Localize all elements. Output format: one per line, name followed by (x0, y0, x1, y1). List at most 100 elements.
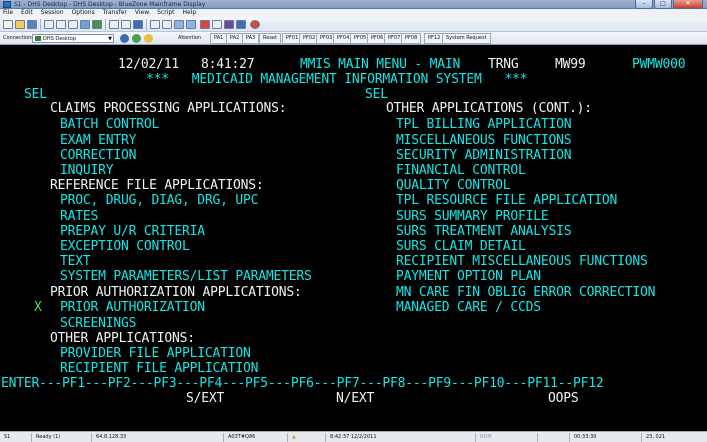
status-state: Ready (1) (34, 433, 92, 442)
terminal-id: MW99 (555, 57, 586, 72)
menu-option-provider-file[interactable]: PROVIDER FILE APPLICATION (60, 346, 251, 362)
save-icon[interactable] (27, 20, 37, 29)
menu-session[interactable]: Session (41, 9, 64, 17)
screen-date: 12/02/11 (118, 57, 180, 72)
menu-title: MMIS MAIN MENU - MAIN (300, 57, 461, 72)
menu-option-surs-summary[interactable]: SURS SUMMARY PROFILE (396, 209, 549, 225)
print-screen-icon[interactable] (80, 20, 90, 29)
copy-icon[interactable] (56, 20, 66, 29)
menu-option-screenings[interactable]: SCREENINGS (60, 316, 136, 332)
session-toolbar: Connections DHS Desktop ▼ Attention PA1 … (0, 32, 707, 45)
pf08-button[interactable]: PF08 (401, 33, 422, 44)
menu-option-security-admin[interactable]: SECURITY ADMINISTRATION (396, 148, 572, 164)
color-icon[interactable] (200, 20, 210, 29)
screen-id: PWMW000 (632, 57, 686, 72)
find-icon[interactable] (186, 20, 196, 29)
stop-icon[interactable] (250, 20, 260, 29)
pf10-label: OOPS (548, 391, 579, 406)
selection-field[interactable]: X (34, 300, 42, 316)
sel-label-left: SEL (24, 87, 47, 102)
status-timestamp: 8:42:37 12/2/2011 (328, 433, 476, 442)
menu-option-financial-control[interactable]: FINANCIAL CONTROL (396, 163, 526, 179)
disconnect-icon[interactable] (144, 34, 153, 43)
menu-option-exception-control[interactable]: EXCEPTION CONTROL (60, 239, 190, 255)
window-title: S1 - DHS Desktop - DHS Desktop - BlueZon… (14, 1, 206, 8)
menu-bar: File Edit Session Options Transfer View … (0, 9, 707, 17)
pa3-button[interactable]: PA3 (242, 33, 260, 44)
toolbar-separator (146, 19, 147, 30)
menu-option-misc-functions[interactable]: MISCELLANEOUS FUNCTIONS (396, 133, 572, 149)
settings-icon[interactable] (212, 20, 222, 29)
cut-icon[interactable] (44, 20, 54, 29)
close-button[interactable]: ✕ (673, 0, 703, 9)
new-session-icon[interactable] (3, 20, 13, 29)
prior-auth-heading: PRIOR AUTHORIZATION APPLICATIONS: (50, 285, 302, 300)
menu-option-batch-control[interactable]: BATCH CONTROL (60, 117, 159, 133)
go-icon[interactable] (132, 34, 141, 43)
menu-option-recipient-file[interactable]: RECIPIENT FILE APPLICATION (60, 361, 258, 377)
pf-key-line: ENTER---PF1---PF2---PF3---PF4---PF5---PF… (1, 376, 604, 391)
menu-option-payment-option[interactable]: PAYMENT OPTION PLAN (396, 269, 541, 285)
lock-icon: ▲ (290, 433, 326, 442)
status-num: NUM (478, 433, 538, 442)
menu-edit[interactable]: Edit (21, 9, 33, 17)
screen-time: 8:41:27 (201, 57, 255, 72)
main-toolbar (0, 17, 707, 32)
menu-option-proc-drug[interactable]: PROC, DRUG, DIAG, DRG, UPC (60, 193, 258, 209)
menu-option-tpl-billing[interactable]: TPL BILLING APPLICATION (396, 117, 572, 133)
system-request-button[interactable]: System Request (442, 33, 491, 44)
title-bar: S1 - DHS Desktop - DHS Desktop - BlueZon… (0, 0, 707, 9)
transfer-icon[interactable] (92, 20, 102, 29)
pa2-button[interactable]: PA2 (226, 33, 244, 44)
menu-option-prepay-ur[interactable]: PREPAY U/R CRITERIA (60, 224, 205, 240)
font-icon[interactable] (162, 20, 172, 29)
session-select-value: DHS Desktop (43, 36, 76, 42)
menu-option-inquiry[interactable]: INQUIRY (60, 163, 114, 179)
menu-option-recipient-misc[interactable]: RECIPIENT MISCELLANEOUS FUNCTIONS (396, 254, 648, 270)
menu-options[interactable]: Options (72, 9, 95, 17)
app-icon (3, 1, 11, 8)
menu-view[interactable]: View (135, 9, 149, 17)
menu-option-rates[interactable]: RATES (60, 209, 98, 225)
zoom-icon[interactable] (174, 20, 184, 29)
keyboard-map-icon[interactable] (133, 20, 143, 29)
menu-script[interactable]: Script (157, 9, 174, 17)
edit-icon[interactable] (109, 20, 119, 29)
record-icon[interactable] (121, 20, 131, 29)
menu-option-quality-control[interactable]: QUALITY CONTROL (396, 178, 511, 194)
screen-icon[interactable] (236, 20, 246, 29)
menu-transfer[interactable]: Transfer (103, 9, 127, 17)
menu-option-surs-claim-detail[interactable]: SURS CLAIM DETAIL (396, 239, 526, 255)
menu-option-prior-authorization[interactable]: PRIOR AUTHORIZATION (60, 300, 205, 316)
menu-option-tpl-resource[interactable]: TPL RESOURCE FILE APPLICATION (396, 193, 617, 209)
menu-option-surs-treatment[interactable]: SURS TREATMENT ANALYSIS (396, 224, 572, 240)
claims-heading: CLAIMS PROCESSING APPLICATIONS: (50, 101, 287, 116)
maximize-button[interactable]: □ (654, 0, 672, 9)
display-icon[interactable] (150, 20, 160, 29)
minimize-button[interactable]: – (635, 0, 653, 9)
reset-button[interactable]: Reset (259, 33, 281, 44)
menu-option-system-parameters[interactable]: SYSTEM PARAMETERS/LIST PARAMETERS (60, 269, 312, 285)
menu-option-exam-entry[interactable]: EXAM ENTRY (60, 133, 136, 149)
pa1-button[interactable]: PA1 (210, 33, 228, 44)
status-session: S1 (2, 433, 32, 442)
open-folder-icon[interactable] (15, 20, 25, 29)
connect-icon[interactable] (120, 34, 129, 43)
region-code: TRNG (488, 57, 519, 72)
menu-file[interactable]: File (3, 9, 13, 17)
macro-icon[interactable] (224, 20, 234, 29)
menu-help[interactable]: Help (183, 9, 197, 17)
terminal-screen[interactable]: 12/02/11 8:41:27 MMIS MAIN MENU - MAIN T… (0, 45, 707, 431)
attention-button[interactable]: Attention (178, 32, 201, 45)
pf3-label: S/EXT (186, 391, 225, 406)
session-select[interactable]: DHS Desktop ▼ (32, 34, 114, 43)
pf6-label: N/EXT (336, 391, 375, 406)
paste-icon[interactable] (68, 20, 78, 29)
menu-option-correction[interactable]: CORRECTION (60, 148, 136, 164)
menu-option-managed-care[interactable]: MANAGED CARE / CCDS (396, 300, 541, 316)
sel-label-right: SEL (365, 87, 388, 102)
chevron-down-icon: ▼ (108, 36, 112, 42)
session-icon (35, 36, 41, 41)
menu-option-mn-care[interactable]: MN CARE FIN OBLIG ERROR CORRECTION (396, 285, 656, 301)
menu-option-text[interactable]: TEXT (60, 254, 91, 270)
